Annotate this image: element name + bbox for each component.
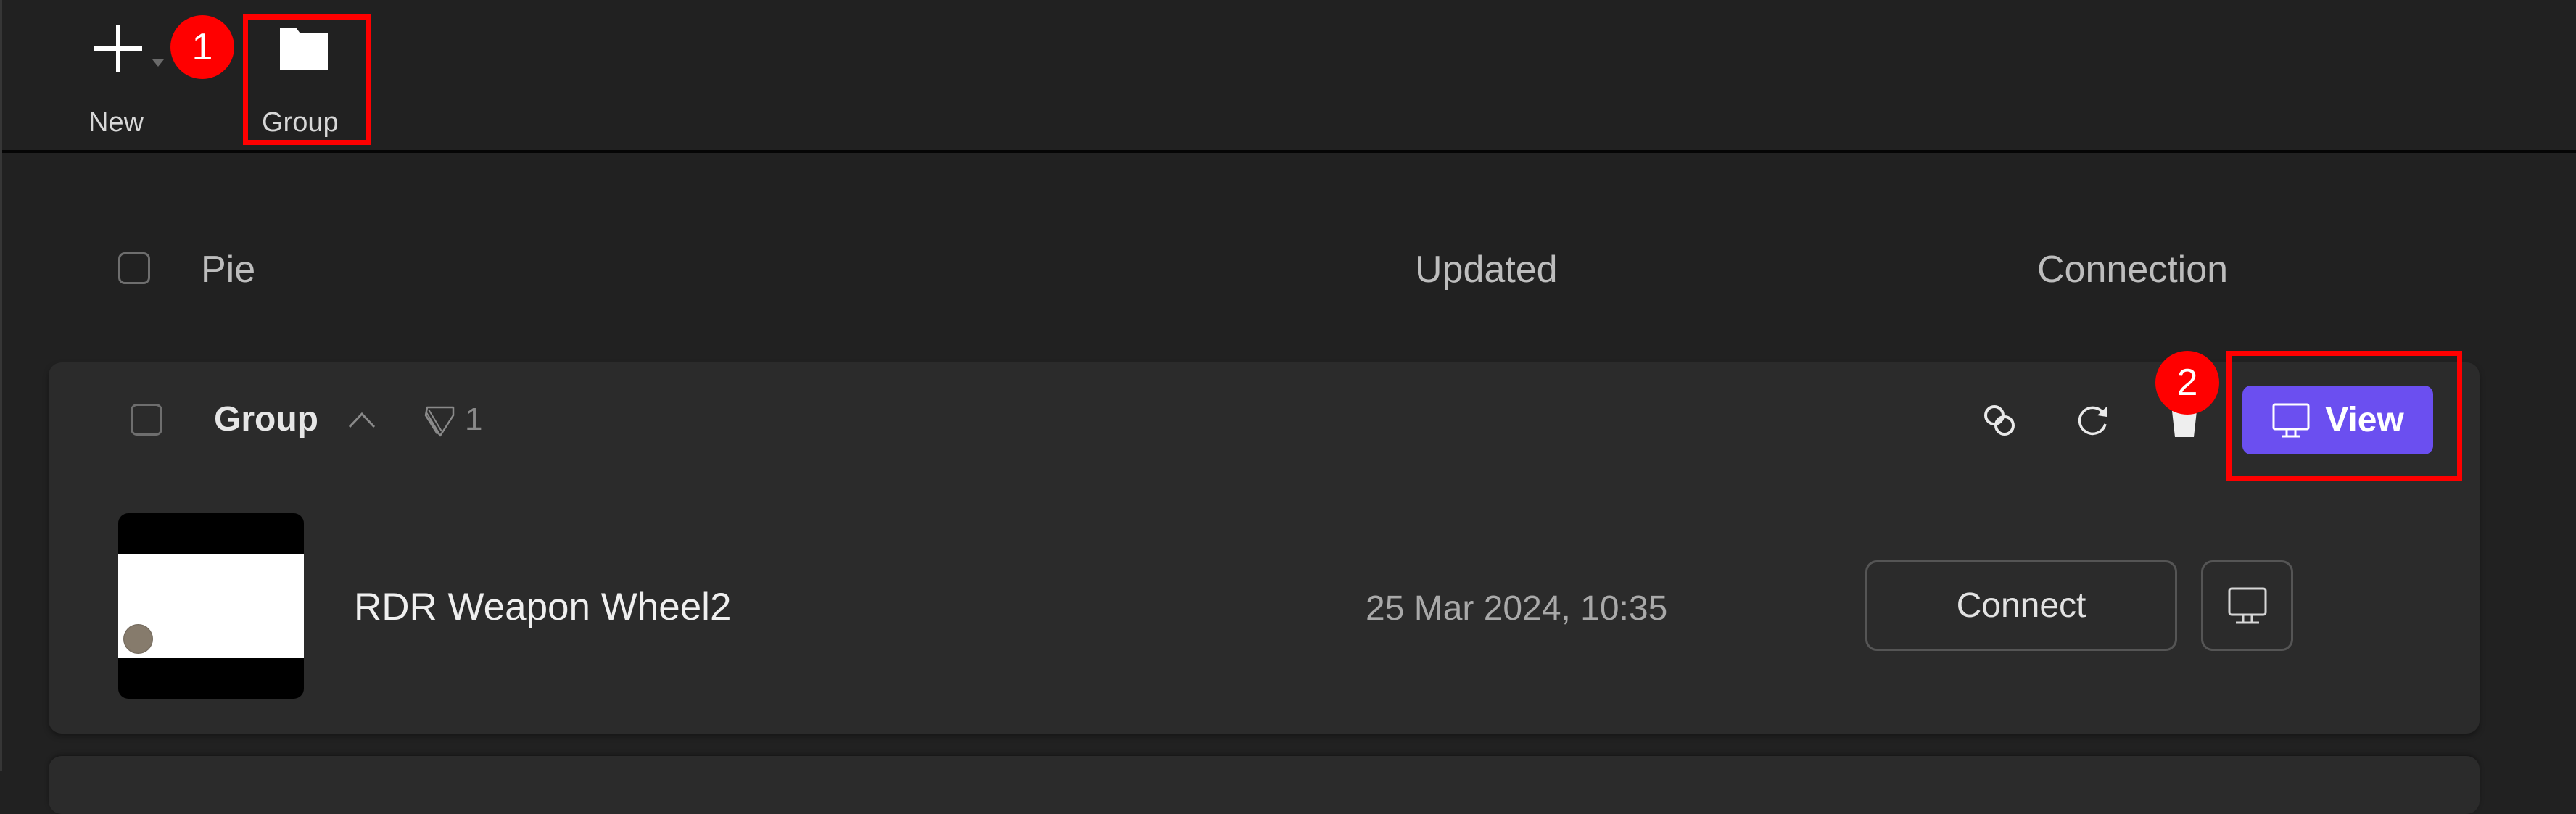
next-group-card xyxy=(49,756,2480,814)
toolbar-divider xyxy=(2,150,2576,153)
toolbar: New Group xyxy=(2,0,2576,151)
refresh-icon xyxy=(2078,406,2107,436)
caret-down-icon[interactable] xyxy=(152,59,164,67)
pie-count: 1 xyxy=(465,402,483,437)
connect-button[interactable]: Connect xyxy=(1865,560,2177,651)
monitor-button[interactable] xyxy=(2201,560,2293,651)
chevron-up-icon[interactable] xyxy=(347,410,376,429)
annotation-badge-2: 2 xyxy=(2155,351,2219,415)
annotation-box-2 xyxy=(2226,351,2462,481)
column-header-updated[interactable]: Updated xyxy=(1415,248,1558,291)
new-label: New xyxy=(88,107,144,138)
pie-title[interactable]: RDR Weapon Wheel2 xyxy=(354,585,731,629)
column-header-pie[interactable]: Pie xyxy=(201,248,255,291)
group-card xyxy=(49,362,2480,734)
refresh-button[interactable] xyxy=(2073,401,2113,440)
pie-thumbnail[interactable] xyxy=(118,513,304,699)
monitor-icon xyxy=(2228,587,2266,623)
thumbnail-slice-icon xyxy=(123,624,153,654)
annotation-badge-1: 1 xyxy=(170,15,234,79)
link-icon xyxy=(1984,405,2015,436)
pie-slice-icon xyxy=(424,406,455,437)
link-button[interactable] xyxy=(1980,401,2019,440)
select-all-checkbox[interactable] xyxy=(118,252,150,284)
annotation-box-1 xyxy=(243,14,371,145)
plus-icon xyxy=(94,25,142,72)
column-header-connection: Connection xyxy=(2037,249,2229,291)
group-name[interactable]: Group xyxy=(214,399,318,439)
pie-updated-date: 25 Mar 2024, 10:35 xyxy=(1366,589,1668,628)
group-checkbox[interactable] xyxy=(131,404,162,436)
